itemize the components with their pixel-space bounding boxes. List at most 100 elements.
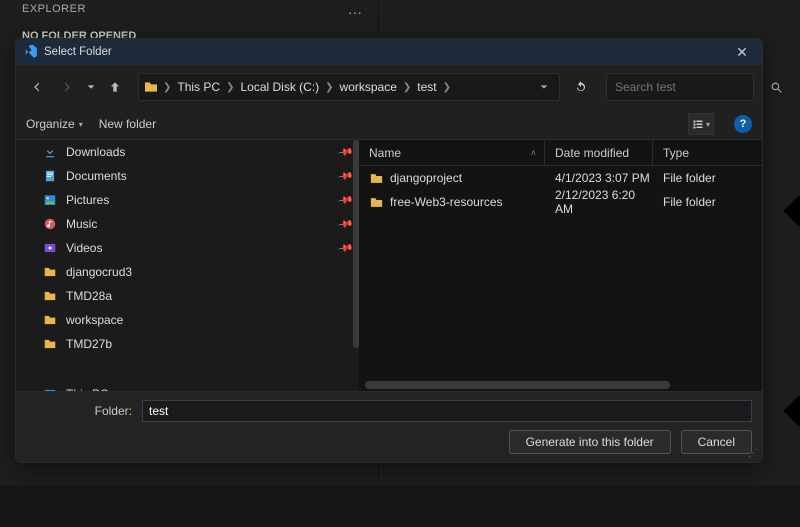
sidebar-item-label: Documents — [66, 169, 127, 183]
file-list-pane: Name ˄ Date modified Type djangoproject … — [359, 140, 762, 391]
folder-icon — [143, 79, 159, 95]
sidebar-item-videos[interactable]: Videos 📌 — [16, 236, 359, 260]
breadcrumb-item[interactable]: Local Disk (C:) — [238, 80, 321, 94]
sidebar-item-label: TMD28a — [66, 289, 112, 303]
folder-icon — [369, 195, 384, 210]
file-date: 4/1/2023 3:07 PM — [545, 171, 653, 185]
chevron-right-icon: ❯ — [325, 82, 333, 93]
sidebar-item-folder[interactable]: TMD27b — [16, 332, 359, 356]
chevron-down-icon: ▾ — [79, 120, 83, 129]
help-button[interactable]: ? — [734, 115, 752, 133]
dialog-titlebar: Select Folder ✕ — [16, 39, 762, 65]
folder-icon — [42, 289, 58, 303]
nav-forward-button[interactable] — [54, 74, 80, 100]
sidebar-item-label: Pictures — [66, 193, 109, 207]
sidebar-item-this-pc[interactable]: ⌄ This PC — [16, 382, 359, 391]
pin-icon: 📌 — [337, 168, 354, 184]
file-date: 2/12/2023 6:20 AM — [545, 188, 653, 216]
column-header-name[interactable]: Name ˄ — [359, 140, 545, 165]
search-icon — [770, 81, 783, 94]
sidebar-item-pictures[interactable]: Pictures 📌 — [16, 188, 359, 212]
nav-back-button[interactable] — [24, 74, 50, 100]
table-row[interactable]: djangoproject 4/1/2023 3:07 PM File fold… — [359, 166, 762, 190]
sidebar-item-label: TMD27b — [66, 337, 112, 351]
address-bar[interactable]: ❯ This PC ❯ Local Disk (C:) ❯ workspace … — [138, 73, 560, 101]
chevron-right-icon: ❯ — [403, 82, 411, 93]
this-pc-icon — [42, 387, 58, 391]
dialog-footer: Folder: Generate into this folder Cancel — [16, 391, 762, 462]
sidebar-item-music[interactable]: Music 📌 — [16, 212, 359, 236]
view-mode-button[interactable]: ▾ — [688, 113, 714, 135]
new-folder-button[interactable]: New folder — [99, 117, 156, 131]
sidebar-item-folder[interactable]: djangocrud3 — [16, 260, 359, 284]
breadcrumb-item[interactable]: workspace — [338, 80, 399, 94]
document-icon — [42, 169, 58, 183]
sidebar-item-downloads[interactable]: Downloads 📌 — [16, 140, 359, 164]
select-folder-dialog: Select Folder ✕ ❯ This PC ❯ Local Disk (… — [15, 38, 763, 463]
download-icon — [42, 145, 58, 159]
new-folder-label: New folder — [99, 117, 156, 131]
column-label: Type — [663, 146, 689, 160]
videos-icon — [42, 241, 58, 255]
chevron-down-icon: ▾ — [706, 120, 710, 129]
breadcrumb-item[interactable]: test — [415, 80, 438, 94]
column-header-date[interactable]: Date modified — [545, 140, 653, 165]
list-header: Name ˄ Date modified Type — [359, 140, 762, 166]
resize-grip-icon[interactable]: ⋰ — [748, 448, 758, 459]
folder-icon — [42, 313, 58, 327]
chevron-right-icon: ❯ — [226, 82, 234, 93]
sidebar-item-label: Videos — [66, 241, 102, 255]
address-dropdown-icon[interactable] — [533, 82, 555, 92]
pin-icon: 📌 — [337, 240, 354, 256]
folder-icon — [42, 265, 58, 279]
file-type: File folder — [653, 195, 762, 209]
bg-accent-shape — [783, 395, 800, 426]
column-header-type[interactable]: Type — [653, 140, 762, 165]
nav-up-button[interactable] — [102, 74, 128, 100]
sidebar-item-label: Downloads — [66, 145, 125, 159]
chevron-right-icon: ❯ — [163, 82, 171, 93]
explorer-header: EXPLORER — [22, 3, 86, 15]
sidebar-item-folder[interactable]: TMD28a — [16, 284, 359, 308]
pictures-icon — [42, 193, 58, 207]
sidebar-item-documents[interactable]: Documents 📌 — [16, 164, 359, 188]
explorer-more-icon[interactable]: ··· — [348, 4, 362, 20]
chevron-right-icon: ❯ — [443, 82, 451, 93]
nav-recent-caret[interactable] — [84, 74, 98, 100]
sidebar-item-label: workspace — [66, 313, 123, 327]
organize-button[interactable]: Organize ▾ — [26, 117, 83, 131]
list-body[interactable]: djangoproject 4/1/2023 3:07 PM File fold… — [359, 166, 762, 391]
pin-icon: 📌 — [337, 192, 354, 208]
folder-field-label: Folder: — [26, 404, 136, 418]
sidebar-item-folder[interactable]: workspace — [16, 308, 359, 332]
file-type: File folder — [653, 171, 762, 185]
breadcrumb-item[interactable]: This PC — [175, 80, 222, 94]
organize-label: Organize — [26, 117, 75, 131]
search-box[interactable] — [606, 73, 754, 101]
generate-button[interactable]: Generate into this folder — [509, 430, 671, 454]
folder-name-input[interactable] — [142, 400, 752, 422]
table-row[interactable]: free-Web3-resources 2/12/2023 6:20 AM Fi… — [359, 190, 762, 214]
column-label: Date modified — [555, 146, 629, 160]
search-input[interactable] — [615, 80, 770, 94]
folder-icon — [42, 337, 58, 351]
chevron-down-icon[interactable]: ⌄ — [24, 389, 32, 392]
refresh-button[interactable] — [566, 73, 596, 101]
list-horizontal-scrollbar[interactable] — [365, 381, 756, 389]
sidebar-item-label: djangocrud3 — [66, 265, 132, 279]
close-icon[interactable]: ✕ — [730, 45, 754, 59]
pin-icon: 📌 — [337, 144, 354, 160]
toolbar: Organize ▾ New folder ▾ ? — [16, 109, 762, 139]
file-name: djangoproject — [390, 171, 462, 185]
pin-icon: 📌 — [337, 216, 354, 232]
sort-indicator-icon: ˄ — [531, 148, 536, 158]
sidebar-item-label: Music — [66, 217, 97, 231]
column-label: Name — [369, 146, 401, 160]
dialog-title: Select Folder — [44, 46, 112, 58]
file-name: free-Web3-resources — [390, 195, 503, 209]
music-icon — [42, 217, 58, 231]
bg-accent-shape — [783, 195, 800, 226]
dialog-body: Downloads 📌 Documents 📌 Pictures 📌 Music — [16, 139, 762, 391]
nav-row: ❯ This PC ❯ Local Disk (C:) ❯ workspace … — [16, 65, 762, 109]
cancel-button[interactable]: Cancel — [681, 430, 752, 454]
